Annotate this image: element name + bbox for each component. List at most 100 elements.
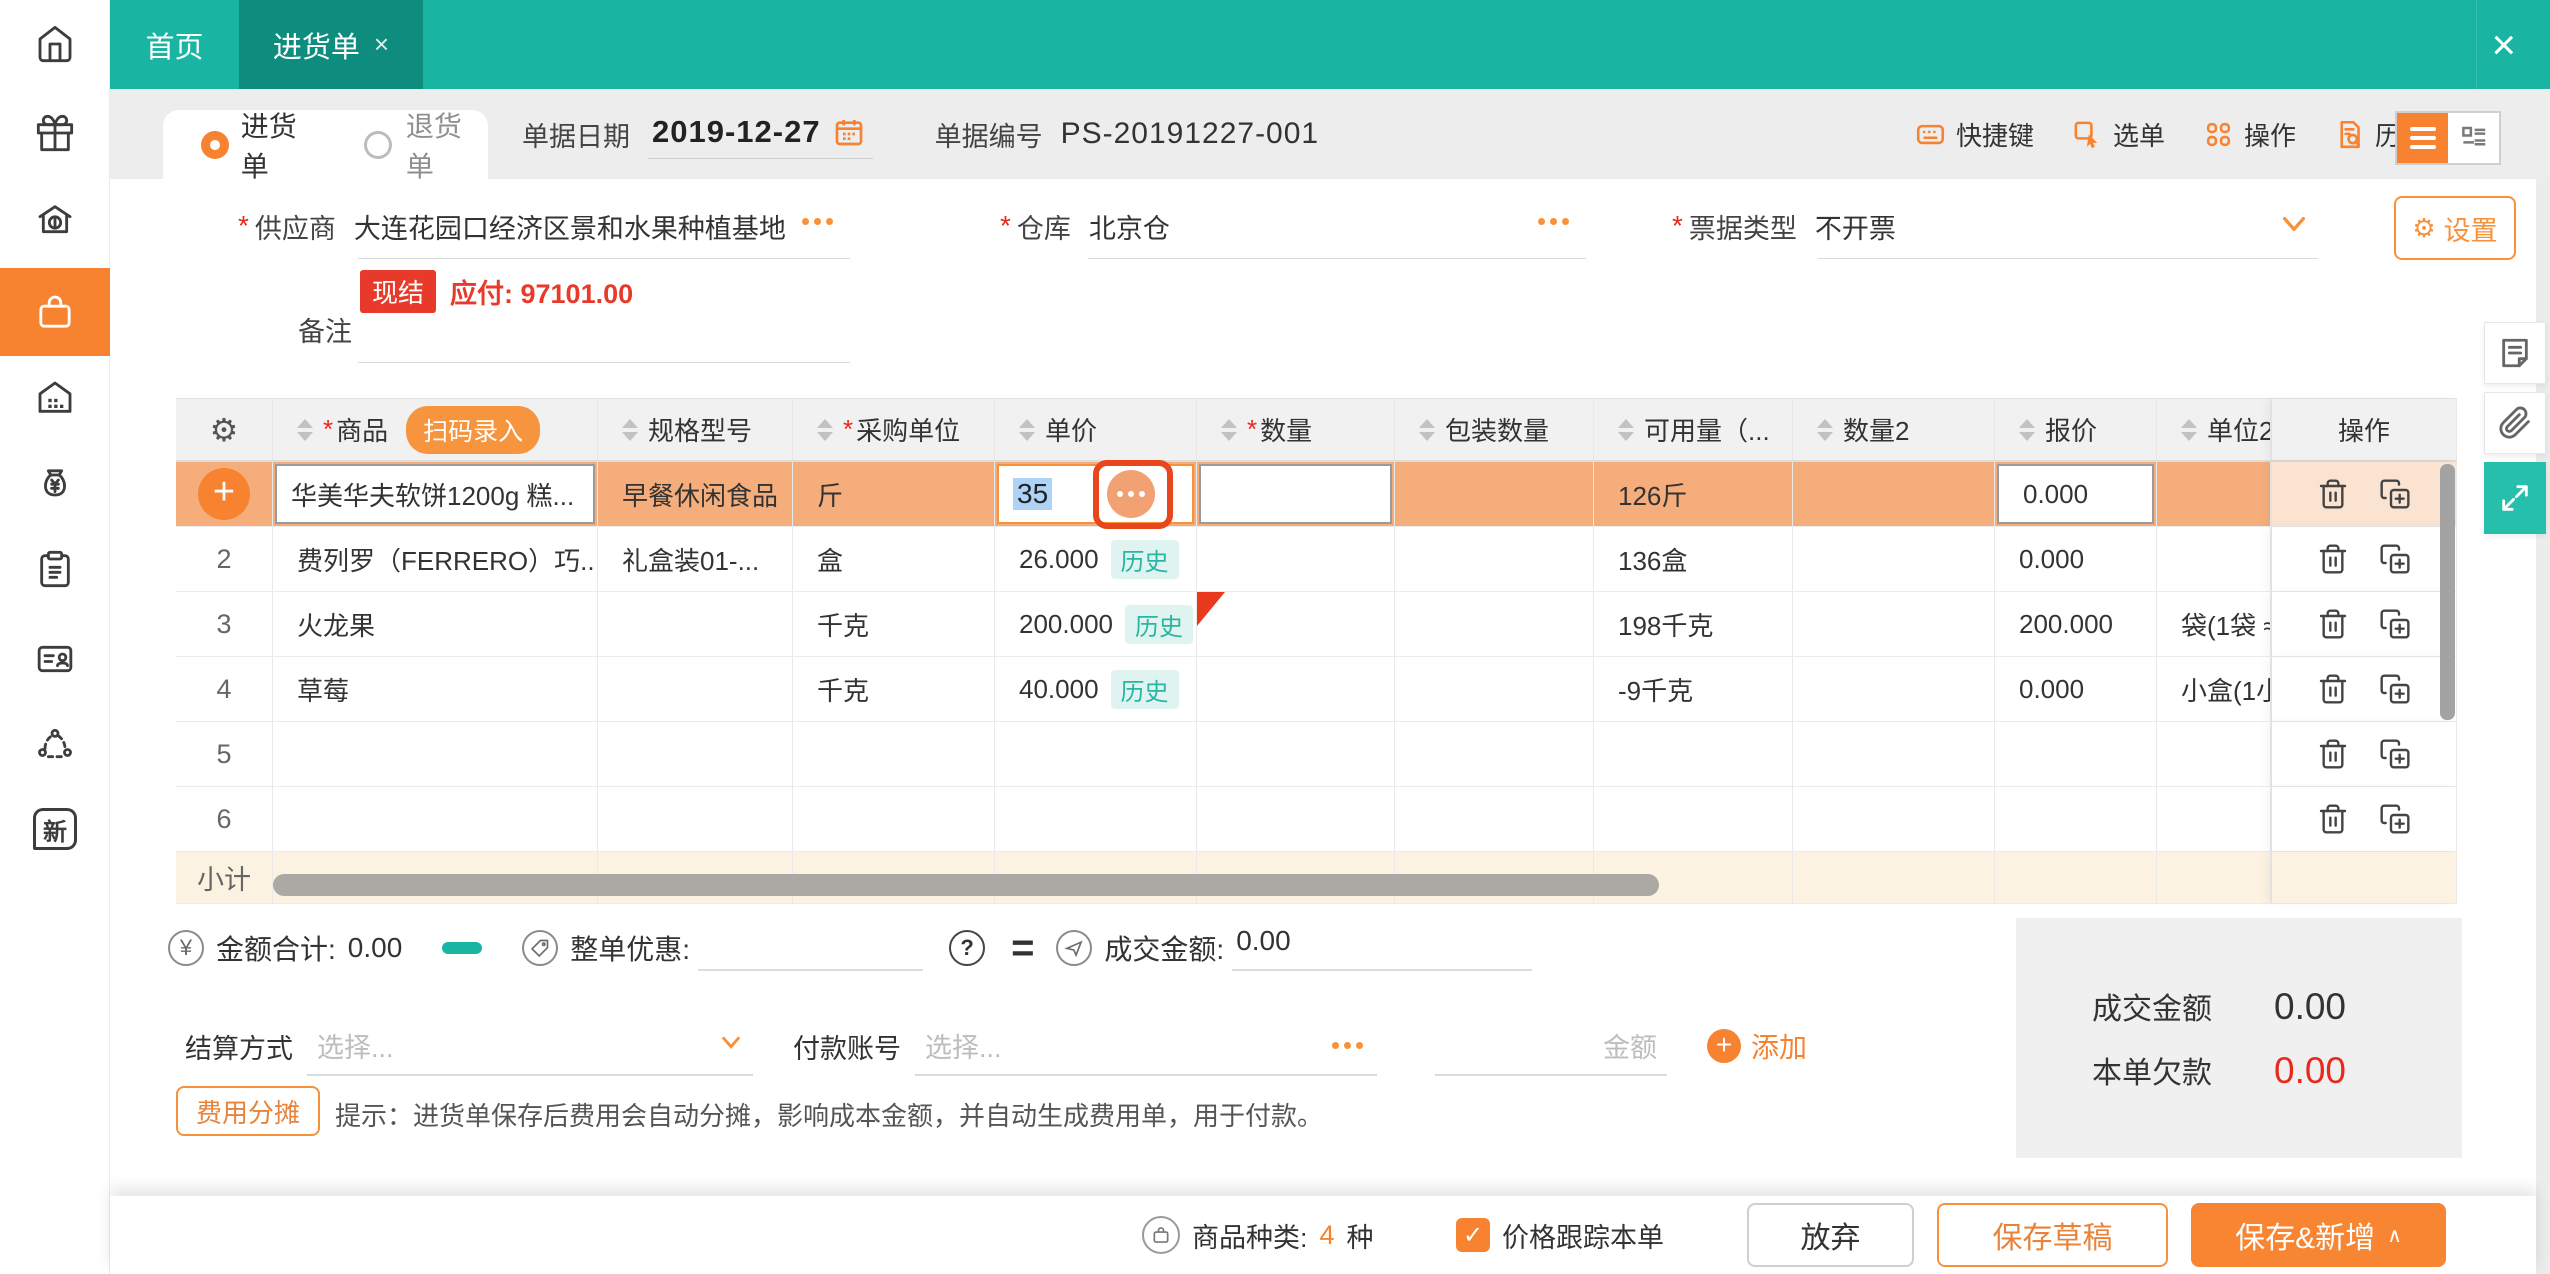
sidebar-item-sales[interactable]	[0, 176, 110, 264]
close-tab-icon[interactable]: ×	[374, 29, 389, 60]
bill-type-field[interactable]: * 票据类型 不开票	[1672, 198, 1896, 254]
sidebar-item-new[interactable]: 新	[0, 785, 110, 873]
list-view-button[interactable]	[2397, 113, 2448, 163]
bill-type-value[interactable]: 不开票	[1815, 207, 1896, 246]
sort-icon[interactable]	[2019, 418, 2035, 441]
sort-icon[interactable]	[1419, 418, 1435, 441]
copy-row-icon[interactable]	[2379, 478, 2411, 510]
items-table: ⚙ * 商品 扫码录入 规格型号 * 采购单位 单价 * 数量 包装数量 可用量（... 数量2 报价 单位…	[176, 398, 2457, 904]
pick-order-button[interactable]: 选单	[2072, 116, 2165, 153]
copy-row-icon[interactable]	[2379, 673, 2411, 705]
copy-row-icon[interactable]	[2379, 543, 2411, 575]
copy-row-icon[interactable]	[2379, 608, 2411, 640]
expand-button[interactable]	[2484, 462, 2546, 534]
save-and-new-button[interactable]: 保存&新增 ∧	[2191, 1203, 2446, 1267]
delete-row-icon[interactable]	[2317, 803, 2349, 835]
quote-edit-cell[interactable]: 0.000	[1997, 464, 2154, 524]
supplier-field[interactable]: * 供应商 大连花园口经济区景和水果种植基地	[238, 198, 786, 254]
note-button[interactable]	[2484, 322, 2546, 384]
tab-purchase-order[interactable]: 进货单 ×	[239, 0, 423, 89]
discount-input[interactable]	[698, 925, 924, 971]
column-header: 数量2	[1843, 416, 1910, 446]
pay-amount-input[interactable]: 金额	[1435, 1016, 1667, 1076]
settle-badge: 现结	[360, 269, 437, 313]
table-row[interactable]: 4 草莓 千克 40.000 历史 -9千克 0.000 小盒(1小	[176, 657, 2457, 722]
card-view-button[interactable]	[2448, 113, 2499, 163]
sidebar-item-gift[interactable]	[0, 89, 110, 177]
order-type-switch: 进货单 退货单	[163, 110, 488, 182]
page-scrollbar[interactable]	[2536, 89, 2550, 1274]
history-price-badge[interactable]: 历史	[1110, 539, 1179, 579]
bill-type-chevron-icon[interactable]	[2278, 208, 2310, 245]
delete-row-icon[interactable]	[2317, 738, 2349, 770]
method-chevron-icon[interactable]	[717, 1028, 745, 1063]
table-row[interactable]: 6	[176, 787, 2457, 852]
sort-icon[interactable]	[1221, 418, 1237, 441]
sort-icon[interactable]	[1817, 418, 1833, 441]
radio-purchase-selected[interactable]	[201, 130, 229, 159]
tab-home[interactable]: 首页	[110, 0, 239, 89]
scan-input-button[interactable]: 扫码录入	[406, 405, 541, 454]
remark-input[interactable]	[358, 362, 850, 363]
sidebar-item-contacts[interactable]	[0, 615, 110, 703]
sort-icon[interactable]	[2181, 418, 2197, 441]
date-input[interactable]: 2019-12-27	[648, 110, 873, 159]
settle-info: 现结 应付: 97101.00	[360, 268, 633, 314]
price-track-toggle[interactable]: ✓ 价格跟踪本单	[1456, 1196, 1664, 1274]
copy-row-icon[interactable]	[2379, 803, 2411, 835]
warehouse-value[interactable]: 北京仓	[1089, 207, 1170, 246]
history-price-badge[interactable]: 历史	[1124, 604, 1193, 644]
checkbox-checked-icon[interactable]: ✓	[1456, 1218, 1490, 1252]
history-price-badge[interactable]: 历史	[1110, 669, 1179, 709]
sort-icon[interactable]	[622, 418, 638, 441]
columns-settings-icon[interactable]: ⚙	[210, 411, 239, 449]
close-window-icon[interactable]: ×	[2476, 0, 2530, 89]
pay-account-select[interactable]: 选择...	[915, 1016, 1377, 1076]
sort-icon[interactable]	[297, 418, 313, 441]
sidebar-item-orders[interactable]	[0, 525, 110, 613]
fee-split-button[interactable]: 费用分摊	[176, 1086, 321, 1136]
copy-row-icon[interactable]	[2379, 738, 2411, 770]
warehouse-field[interactable]: * 仓库 北京仓	[1000, 198, 1170, 254]
sidebar-item-purchase[interactable]	[0, 268, 110, 356]
operations-button[interactable]: 操作	[2203, 116, 2296, 153]
account-more-icon[interactable]	[1332, 1041, 1363, 1049]
qty-edit-cell[interactable]	[1199, 464, 1392, 524]
supplier-value[interactable]: 大连花园口经济区景和水果种植基地	[354, 207, 786, 246]
supplier-more-icon[interactable]	[802, 218, 833, 225]
save-draft-button[interactable]: 保存草稿	[1937, 1203, 2168, 1267]
deal-amount-input[interactable]: 0.00	[1232, 925, 1533, 971]
table-horizontal-scrollbar[interactable]	[273, 874, 1659, 896]
table-row[interactable]: 2 费列罗（FERRERO）巧... 礼盒装01-... 盒 26.000 历史 136盒 0…	[176, 527, 2457, 592]
radio-return-label[interactable]: 退货单	[406, 105, 488, 185]
cancel-button[interactable]: 放弃	[1747, 1203, 1914, 1267]
table-row[interactable]: + 华美华夫软饼1200g 糕... 早餐休闲食品 斤 35 126斤 0.000	[176, 462, 2457, 527]
add-payment-button[interactable]: + 添加	[1707, 1026, 1807, 1066]
attachment-button[interactable]	[2484, 392, 2546, 454]
warehouse-more-icon[interactable]	[1538, 218, 1569, 225]
table-vertical-scrollbar[interactable]	[2440, 464, 2455, 720]
price-more-button[interactable]	[1107, 470, 1155, 518]
delete-row-icon[interactable]	[2317, 608, 2349, 640]
product-edit-cell[interactable]: 华美华夫软饼1200g 糕...	[275, 464, 595, 524]
radio-return[interactable]	[364, 130, 392, 159]
settings-button[interactable]: ⚙ 设置	[2394, 196, 2516, 260]
shortcut-keys-button[interactable]: 快捷键	[1915, 116, 2034, 153]
delete-row-icon[interactable]	[2317, 478, 2349, 510]
price-edit-cell[interactable]: 35	[997, 464, 1194, 524]
sidebar-item-share[interactable]	[0, 701, 110, 789]
radio-purchase-label[interactable]: 进货单	[241, 105, 323, 185]
delete-row-icon[interactable]	[2317, 543, 2349, 575]
help-icon[interactable]: ?	[949, 930, 986, 966]
sort-icon[interactable]	[1618, 418, 1634, 441]
sidebar-item-home[interactable]	[0, 0, 110, 88]
sort-icon[interactable]	[817, 418, 833, 441]
sort-icon[interactable]	[1019, 418, 1035, 441]
sidebar-item-funds[interactable]	[0, 441, 110, 529]
settle-method-select[interactable]: 选择...	[307, 1016, 753, 1076]
add-row-button[interactable]: +	[198, 468, 250, 520]
table-row[interactable]: 5	[176, 722, 2457, 787]
table-row[interactable]: 3 火龙果 千克 200.000 历史 198千克 200.000 袋(1袋 ≈	[176, 592, 2457, 657]
delete-row-icon[interactable]	[2317, 673, 2349, 705]
sidebar-item-warehouse[interactable]	[0, 354, 110, 442]
